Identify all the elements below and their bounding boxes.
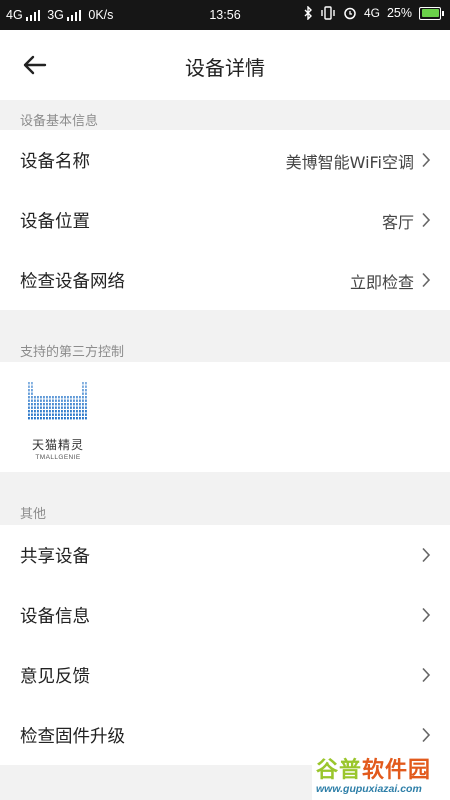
signal-icon [66,9,82,21]
row-label: 检查固件升级 [20,727,125,747]
row-value: 立即检查 [349,273,414,292]
row-check-network[interactable]: 检查设备网络 立即检查 [0,250,450,310]
row-feedback[interactable]: 意见反馈 [0,645,450,705]
chevron-right-icon [422,212,431,228]
row-value: 客厅 [381,213,414,232]
row-value: 美博智能WiFi空调 [285,153,414,172]
vibrate-icon [321,6,335,20]
chevron-right-icon [422,667,431,683]
battery-percent: 25% [386,6,412,20]
row-label: 设备信息 [20,607,90,627]
watermark-url: www.gupuxiazai.com [316,783,422,795]
chevron-right-icon [422,607,431,623]
basic-info-card: 设备名称 美博智能WiFi空调 设备位置 客厅 检查设备网络 立即检查 [0,130,450,310]
watermark-text-a: 谷普 [316,758,363,783]
third-party-card: 天猫精灵 TMALLGENIE [0,362,450,472]
row-label: 设备位置 [20,212,90,232]
row-device-info[interactable]: 设备信息 [0,585,450,645]
row-share-device[interactable]: 共享设备 [0,525,450,585]
sim2-label: 3G [47,8,64,22]
chevron-right-icon [422,547,431,563]
network-type: 4G [363,6,380,20]
app-header: 设备详情 [0,30,450,100]
row-device-location[interactable]: 设备位置 客厅 [0,190,450,250]
chevron-right-icon [422,272,431,288]
section-label-other: 其他 [20,507,47,522]
watermark: 谷普软件园 www.gupuxiazai.com [312,752,450,800]
tmall-genie-name-en: TMALLGENIE [35,454,81,461]
sim1-label: 4G [6,8,23,22]
tmall-genie-item[interactable]: 天猫精灵 TMALLGENIE [26,380,90,462]
battery-icon [419,6,444,20]
tmall-genie-logo-icon [28,382,87,420]
page-title: 设备详情 [185,56,265,80]
section-label-basic-info: 设备基本信息 [20,114,99,129]
row-label: 设备名称 [20,152,90,172]
watermark-text-b: 软件园 [362,758,432,783]
status-bar: 4G 3G 0K/s 13:56 4G 25% [0,0,450,30]
row-label: 检查设备网络 [20,272,125,292]
row-label: 意见反馈 [20,667,90,687]
row-device-name[interactable]: 设备名称 美博智能WiFi空调 [0,130,450,190]
alarm-icon [344,7,356,20]
signal-icon [25,9,41,21]
network-speed: 0K/s [88,8,114,22]
chevron-right-icon [422,727,431,743]
row-label: 共享设备 [20,547,90,567]
other-card: 共享设备 设备信息 意见反馈 检查固件升级 [0,525,450,765]
section-label-third-party: 支持的第三方控制 [20,345,125,360]
chevron-right-icon [422,152,431,168]
tmall-genie-name: 天猫精灵 [31,438,84,452]
bluetooth-icon [304,6,312,20]
